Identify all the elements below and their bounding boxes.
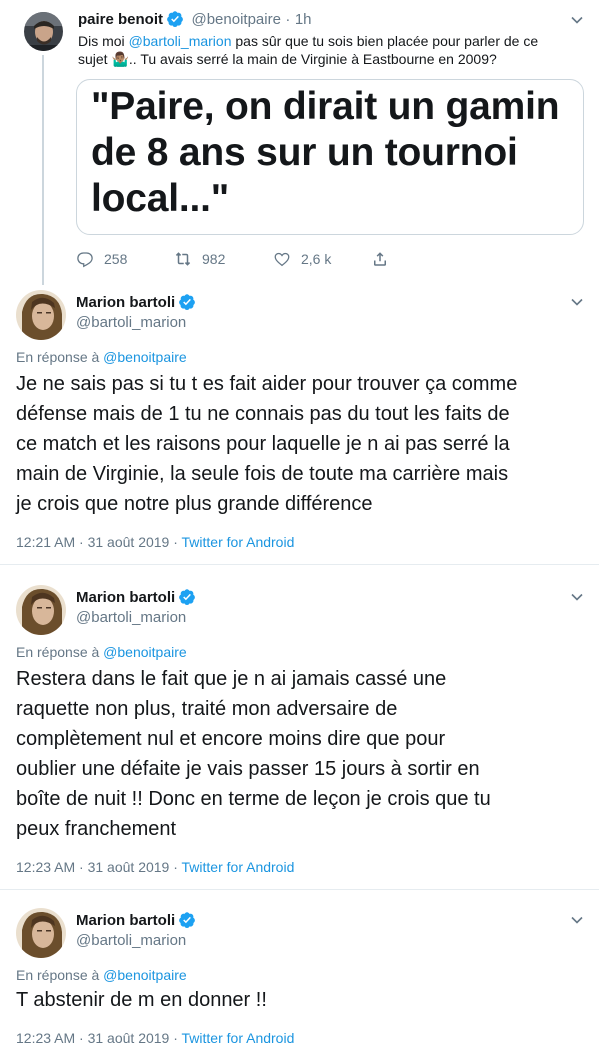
text-line: peux franchement [16, 818, 177, 840]
mention-link[interactable]: @bartoli_marion [129, 33, 232, 49]
reply-to-label: En réponse à [16, 349, 104, 365]
tweet-meta: 12:23 AM · 31 août 2019 · Twitter for An… [16, 1030, 294, 1046]
reply-count: 258 [104, 251, 128, 267]
media-card[interactable]: " "Paire, on dirait un gamin de 8 ans su… [76, 79, 584, 235]
reply-to-mention[interactable]: @benoitpaire [103, 967, 187, 983]
timestamp[interactable]: 1h [295, 11, 312, 28]
text-line: main de Virginie, la seule fois de toute… [16, 463, 509, 485]
divider [0, 564, 599, 565]
reply-to-line: En réponse à @benoitpaire [16, 349, 187, 365]
text-line: complètement nul et encore moins dire qu… [16, 728, 446, 750]
retweet-icon [175, 252, 191, 266]
reply-header: Marion bartoli [76, 293, 196, 312]
top-tweet: paire benoit @benoitpaire · 1h Dis moi @… [0, 0, 599, 285]
reply-to-mention[interactable]: @benoitpaire [103, 644, 187, 660]
chevron-down-icon[interactable] [570, 13, 584, 27]
reply-to-label: En réponse à [16, 967, 104, 983]
reply-text: Restera dans le fait que je n ai jamais … [16, 664, 591, 844]
avatar-bartoli-marion[interactable] [16, 585, 66, 635]
reply-to-line: En réponse à @benoitpaire [16, 967, 187, 983]
tweet-header: paire benoit @benoitpaire · 1h [78, 10, 312, 29]
tweet-text: Dis moi @bartoli_marion pas sûr que tu s… [78, 32, 588, 68]
text-line2-b: .. Tu avais serré la main de Virginie à … [128, 51, 497, 67]
like-count: 2,6 k [301, 251, 332, 267]
text-line: raquette non plus, traité mon adversaire… [16, 698, 398, 720]
reply-tweet-1: Marion bartoli @bartoli_marion En répons… [0, 280, 599, 565]
reply-header: Marion bartoli [76, 911, 196, 930]
tweet-meta: 12:23 AM · 31 août 2019 · Twitter for An… [16, 859, 294, 875]
divider [0, 889, 599, 890]
reply-icon [77, 252, 93, 268]
shrug-emoji-icon: 🤷🏽‍♂️ [111, 51, 129, 67]
reply-to-label: En réponse à [16, 644, 104, 660]
handle[interactable]: @benoitpaire [191, 11, 280, 28]
timestamp[interactable]: 12:21 AM · 31 août 2019 · [16, 534, 182, 550]
verified-badge-icon [178, 293, 196, 311]
text-line1-rest: pas sûr que tu sois bien placée pour par… [231, 33, 539, 49]
display-name[interactable]: Marion bartoli [76, 294, 175, 311]
like-button[interactable]: 2,6 k [273, 250, 331, 268]
reply-tweet-2: Marion bartoli @bartoli_marion En répons… [0, 575, 599, 890]
verified-badge-icon [166, 10, 184, 28]
text-line: ce match et les raisons pour laquelle je… [16, 433, 510, 455]
card-line-2: de 8 ans sur un tournoi [91, 131, 518, 174]
timestamp[interactable]: 12:23 AM · 31 août 2019 · [16, 859, 182, 875]
reply-text: T abstenir de m en donner !! [16, 985, 591, 1015]
retweet-count: 982 [202, 251, 226, 267]
text-line: oublier une défaite je vais passer 15 jo… [16, 758, 480, 780]
display-name[interactable]: Marion bartoli [76, 912, 175, 929]
text-line: Je ne sais pas si tu t es fait aider pou… [16, 373, 518, 395]
source-link[interactable]: Twitter for Android [182, 859, 295, 875]
text-line: T abstenir de m en donner !! [16, 989, 267, 1011]
text-line: je crois que notre plus grande différenc… [16, 493, 373, 515]
card-line-3: local..." [91, 177, 230, 220]
header-separator: · [285, 11, 291, 28]
text-prefix: Dis moi [78, 33, 129, 49]
text-line: Restera dans le fait que je n ai jamais … [16, 668, 447, 690]
reply-to-mention[interactable]: @benoitpaire [103, 349, 187, 365]
handle[interactable]: @bartoli_marion [76, 314, 186, 331]
handle[interactable]: @bartoli_marion [76, 609, 186, 626]
display-name[interactable]: Marion bartoli [76, 589, 175, 606]
avatar-bartoli-marion[interactable] [16, 908, 66, 958]
handle[interactable]: @bartoli_marion [76, 932, 186, 949]
tweet-meta: 12:21 AM · 31 août 2019 · Twitter for An… [16, 534, 294, 550]
timestamp[interactable]: 12:23 AM · 31 août 2019 · [16, 1030, 182, 1046]
reply-header: Marion bartoli [76, 588, 196, 607]
display-name[interactable]: paire benoit [78, 11, 163, 28]
reply-tweet-3: Marion bartoli @bartoli_marion En répons… [0, 898, 599, 1063]
reply-button[interactable]: 258 [76, 250, 127, 268]
share-icon [374, 252, 386, 266]
retweet-button[interactable]: 982 [174, 250, 225, 268]
chevron-down-icon[interactable] [570, 590, 584, 604]
avatar-bartoli-marion[interactable] [16, 290, 66, 340]
share-button[interactable] [371, 250, 389, 268]
text-line: boîte de nuit !! Donc en terme de leçon … [16, 788, 491, 810]
chevron-down-icon[interactable] [570, 913, 584, 927]
text-line2-a: sujet [78, 51, 112, 67]
avatar-benoitpaire[interactable] [24, 12, 63, 51]
source-link[interactable]: Twitter for Android [182, 534, 295, 550]
chevron-down-icon[interactable] [570, 295, 584, 309]
reply-text: Je ne sais pas si tu t es fait aider pou… [16, 369, 591, 519]
verified-badge-icon [178, 911, 196, 929]
like-icon [274, 252, 290, 267]
card-line-1: "Paire, on dirait un gamin [91, 85, 560, 128]
verified-badge-icon [178, 588, 196, 606]
thread-connector-line [42, 55, 44, 285]
reply-to-line: En réponse à @benoitpaire [16, 644, 187, 660]
text-line: défense mais de 1 tu ne connais pas du t… [16, 403, 510, 425]
source-link[interactable]: Twitter for Android [182, 1030, 295, 1046]
